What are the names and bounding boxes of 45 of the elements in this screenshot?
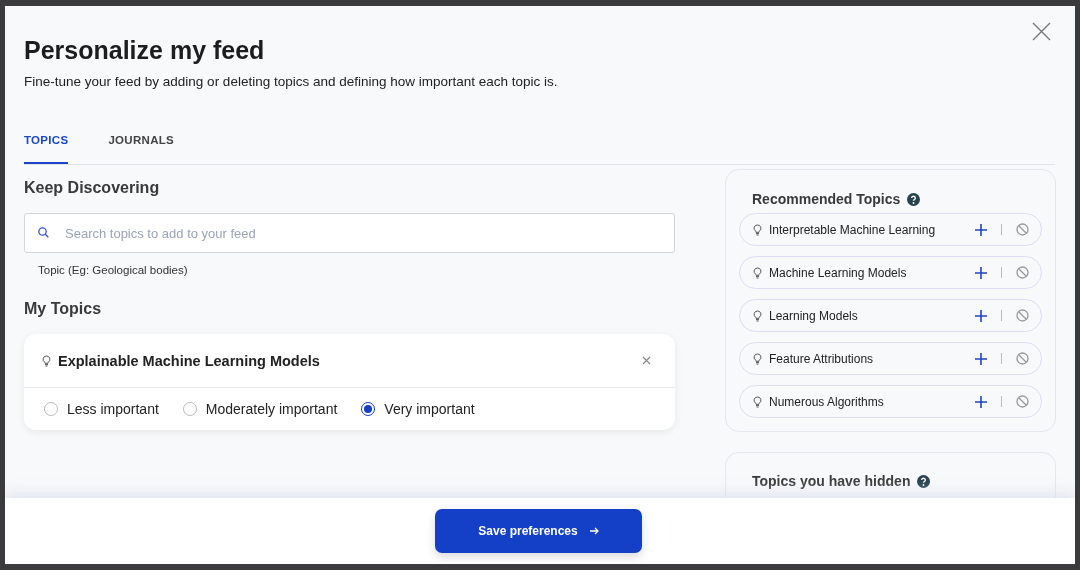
radio-label[interactable]: Less important [67, 401, 159, 417]
plus-icon[interactable] [975, 395, 987, 408]
hide-icon[interactable] [1016, 309, 1029, 322]
help-icon[interactable] [917, 474, 931, 488]
panel-heading: Topics you have hidden [752, 473, 911, 489]
lightbulb-icon [753, 395, 762, 408]
search-field[interactable]: Search topics to add to your feed [24, 213, 675, 253]
dialog-subtitle: Fine-tune your feed by adding or deleting topics and defining how important each topic is. [24, 74, 559, 89]
topic-name: Learning Models [769, 308, 859, 323]
close-icon[interactable] [1032, 22, 1051, 41]
topic-name: Interpretable Machine Learning [769, 222, 937, 237]
radio-button[interactable] [44, 402, 58, 416]
plus-icon[interactable] [975, 223, 987, 236]
section-heading: My Topics [24, 300, 103, 318]
hide-icon[interactable] [1016, 223, 1029, 236]
hide-icon[interactable] [1016, 266, 1029, 279]
section-heading: Keep Discovering [24, 179, 161, 197]
lightbulb-icon [42, 354, 51, 367]
close-icon[interactable] [642, 356, 651, 365]
plus-icon[interactable] [975, 309, 987, 322]
lightbulb-icon [753, 352, 762, 365]
radio-button[interactable] [182, 402, 197, 416]
field-hint: Topic (Eg: Geological bodies) [38, 264, 189, 276]
save-button[interactable]: Save preferences [435, 509, 642, 553]
lightbulb-icon [753, 309, 762, 322]
topic-name: Feature Attributions [769, 351, 875, 366]
radio-button[interactable] [361, 402, 376, 416]
radio-label[interactable]: Very important [384, 401, 475, 417]
lightbulb-icon [753, 266, 762, 279]
dialog-title: Personalize my feed [24, 35, 266, 66]
search-icon [38, 227, 49, 238]
tab[interactable]: TOPICS [24, 126, 69, 164]
tab[interactable]: JOURNALS [108, 126, 175, 164]
topic-name: Explainable Machine Learning Models [58, 352, 321, 369]
topic-name: Machine Learning Models [769, 265, 908, 280]
plus-icon[interactable] [975, 352, 987, 365]
panel-heading: Recommended Topics [752, 191, 901, 207]
help-icon[interactable] [907, 192, 921, 206]
topic-name: Numerous Algorithms [769, 394, 885, 409]
hide-icon[interactable] [1016, 395, 1029, 408]
plus-icon[interactable] [975, 266, 987, 279]
hide-icon[interactable] [1016, 352, 1029, 365]
radio-label[interactable]: Moderately important [205, 401, 338, 417]
lightbulb-icon [753, 223, 762, 236]
arrow-icon [589, 527, 599, 535]
